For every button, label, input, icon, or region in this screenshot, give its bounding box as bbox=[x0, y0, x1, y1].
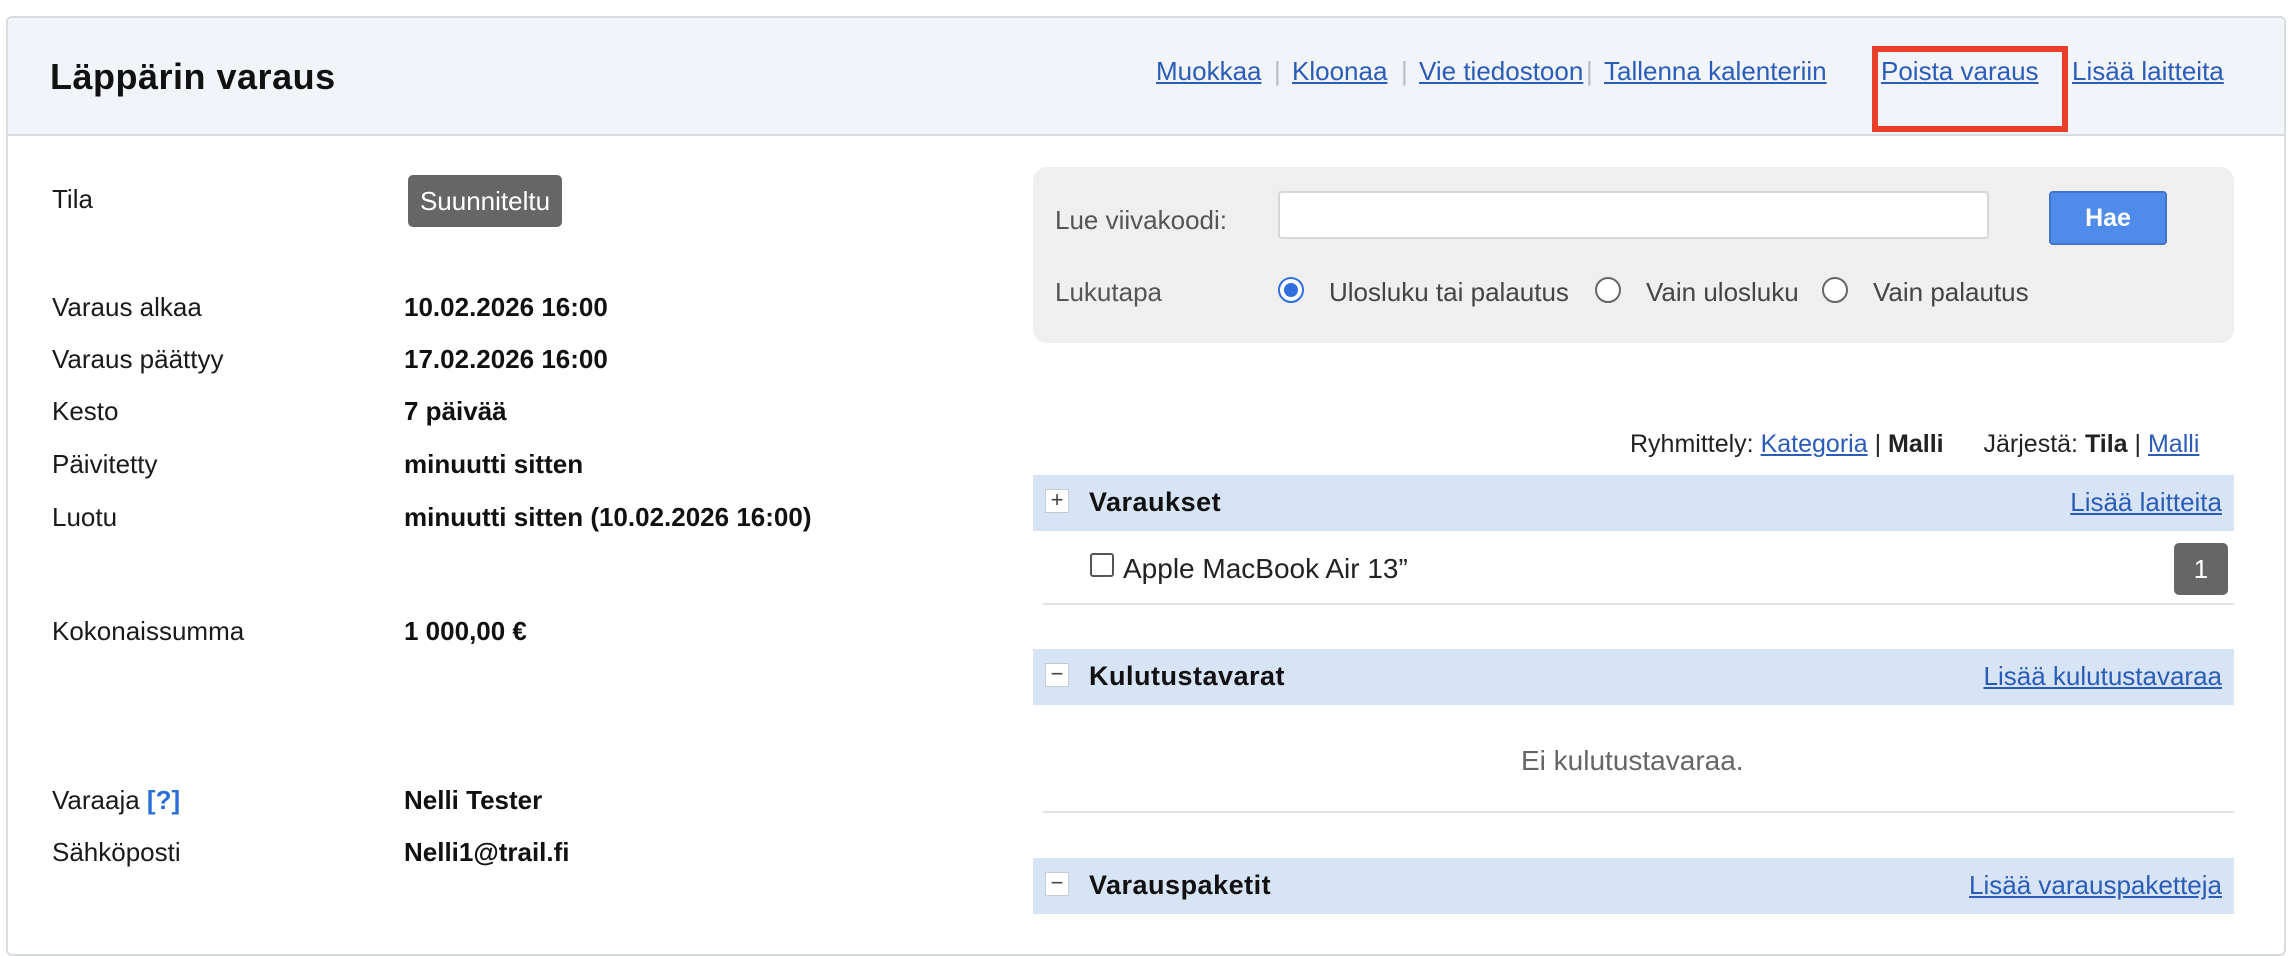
reservations-title: Varaukset bbox=[1089, 487, 1222, 517]
radio-checkout-only-label: Vain ulosluku bbox=[1646, 277, 1799, 307]
radio-checkout-only[interactable] bbox=[1595, 277, 1621, 303]
reserver-label-row: Varaaja [?] bbox=[52, 785, 180, 816]
search-button[interactable]: Hae bbox=[2049, 191, 2167, 245]
end-label: Varaus päättyy bbox=[52, 344, 224, 374]
radio-checkout-or-return[interactable] bbox=[1278, 277, 1304, 303]
group-by-category-link[interactable]: Kategoria bbox=[1761, 430, 1868, 458]
separator: | bbox=[1586, 56, 1593, 86]
group-label: Ryhmittely: bbox=[1630, 430, 1754, 458]
status-label: Tila bbox=[52, 184, 93, 214]
collapse-toggle[interactable]: − bbox=[1045, 663, 1069, 687]
collapse-toggle[interactable]: − bbox=[1045, 872, 1069, 896]
sort-by-model-link[interactable]: Malli bbox=[2148, 430, 2199, 458]
duration-label: Kesto bbox=[52, 396, 119, 426]
separator: | bbox=[1401, 56, 1408, 86]
read-mode-label: Lukutapa bbox=[1055, 277, 1162, 307]
export-link[interactable]: Vie tiedostoon bbox=[1419, 56, 1583, 87]
list-item: Apple MacBook Air 13” 1 bbox=[1043, 531, 2234, 605]
sort-by-status-active: Tila bbox=[2084, 430, 2128, 458]
packages-title: Varauspaketit bbox=[1089, 870, 1272, 900]
status-badge: Suunniteltu bbox=[408, 175, 562, 227]
start-value: 10.02.2026 16:00 bbox=[404, 292, 608, 322]
barcode-label: Lue viivakoodi: bbox=[1055, 205, 1227, 235]
reserver-help-link[interactable]: [?] bbox=[147, 785, 180, 815]
start-label: Varaus alkaa bbox=[52, 292, 202, 322]
total-value: 1 000,00 € bbox=[404, 616, 527, 646]
reservations-section-header: + Varaukset Lisää laitteita bbox=[1033, 475, 2234, 531]
item-checkbox[interactable] bbox=[1090, 553, 1114, 577]
add-devices-link[interactable]: Lisää laitteita bbox=[2072, 56, 2224, 87]
duration-value: 7 päivää bbox=[404, 396, 507, 426]
consumables-section-header: − Kulutustavarat Lisää kulutustavaraa bbox=[1033, 649, 2234, 705]
add-devices-section-link[interactable]: Lisää laitteita bbox=[2070, 487, 2222, 518]
radio-return-only[interactable] bbox=[1822, 277, 1848, 303]
radio-return-only-label: Vain palautus bbox=[1873, 277, 2029, 307]
reserver-value: Nelli Tester bbox=[404, 785, 543, 815]
clone-link[interactable]: Kloonaa bbox=[1292, 56, 1387, 87]
expand-toggle[interactable]: + bbox=[1045, 489, 1069, 513]
group-by-model-active: Malli bbox=[1888, 430, 1944, 458]
add-packages-link[interactable]: Lisää varauspaketteja bbox=[1969, 870, 2222, 901]
updated-value: minuutti sitten bbox=[404, 449, 584, 479]
sort-label: Järjestä: bbox=[1983, 430, 2078, 458]
item-name: Apple MacBook Air 13” bbox=[1123, 553, 1408, 584]
add-consumables-link[interactable]: Lisää kulutustavaraa bbox=[1984, 661, 2222, 692]
save-calendar-link[interactable]: Tallenna kalenteriin bbox=[1604, 56, 1827, 87]
end-value: 17.02.2026 16:00 bbox=[404, 344, 608, 374]
email-label: Sähköposti bbox=[52, 837, 181, 867]
email-value: Nelli1@trail.fi bbox=[404, 837, 570, 867]
edit-link[interactable]: Muokkaa bbox=[1156, 56, 1262, 87]
packages-section-header: − Varauspaketit Lisää varauspaketteja bbox=[1033, 858, 2234, 914]
delete-highlight-box bbox=[1872, 46, 2068, 132]
separator: | bbox=[1274, 56, 1281, 86]
updated-label: Päivitetty bbox=[52, 449, 158, 479]
created-label: Luotu bbox=[52, 502, 118, 532]
barcode-input[interactable] bbox=[1278, 191, 1989, 239]
item-count-badge: 1 bbox=[2174, 543, 2228, 595]
grouping-controls: Ryhmittely: Kategoria | Malli Järjestä: … bbox=[1630, 430, 2199, 459]
reserver-label: Varaaja bbox=[52, 785, 140, 815]
radio-checkout-or-return-label: Ulosluku tai palautus bbox=[1329, 277, 1569, 307]
group-separator: | bbox=[1874, 430, 1882, 458]
sort-separator: | bbox=[2134, 430, 2142, 458]
created-value: minuutti sitten (10.02.2026 16:00) bbox=[404, 502, 812, 532]
page-header: Läppärin varaus Muokkaa | Kloonaa | Vie … bbox=[8, 18, 2284, 136]
consumables-title: Kulutustavarat bbox=[1089, 661, 1286, 691]
consumables-body: Ei kulutustavaraa. bbox=[1043, 705, 2234, 813]
barcode-panel: Lue viivakoodi: Hae Lukutapa Ulosluku ta… bbox=[1033, 167, 2234, 343]
empty-consumables-text: Ei kulutustavaraa. bbox=[1521, 745, 1744, 776]
total-label: Kokonaissumma bbox=[52, 616, 245, 646]
